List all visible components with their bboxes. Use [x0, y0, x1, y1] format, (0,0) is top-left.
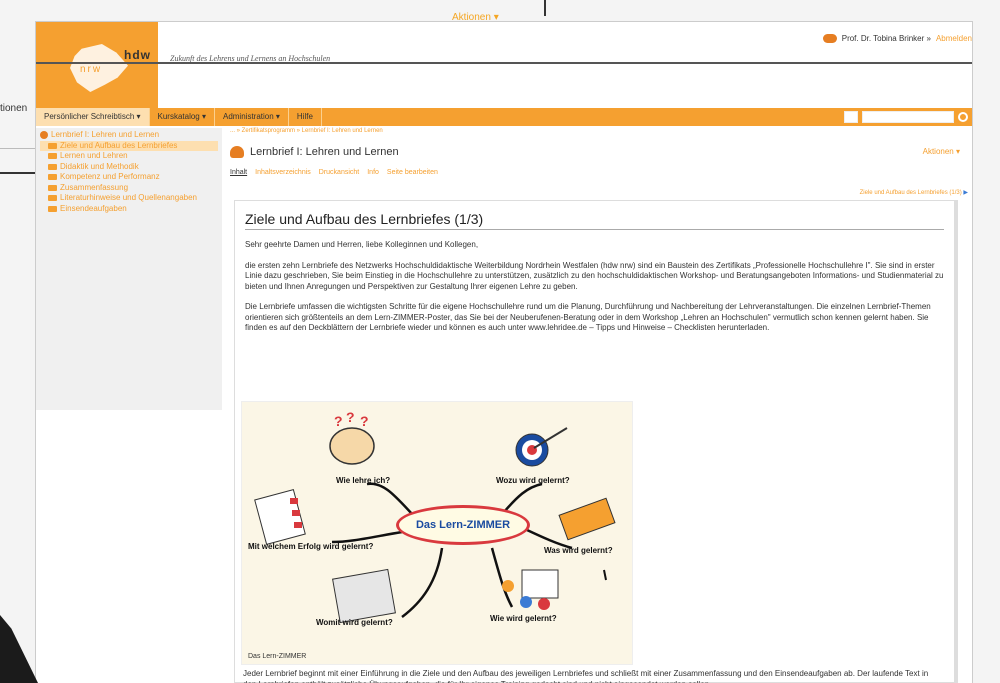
nav-personal-desk[interactable]: Persönlicher Schreibtisch ▾ [36, 108, 150, 126]
tree-item-label: Kompetenz und Performanz [60, 172, 160, 181]
logout-link[interactable]: Abmelden [936, 34, 972, 43]
folder-icon [48, 184, 57, 191]
content-card: Ziele und Aufbau des Lernbriefes (1/3) S… [234, 200, 958, 683]
greeting-paragraph: Sehr geehrte Damen und Herren, liebe Kol… [245, 240, 479, 249]
navigation-tree: Lernbrief I: Lehren und Lernen Ziele und… [36, 128, 222, 410]
folder-icon [48, 195, 57, 202]
tree-root[interactable]: Lernbrief I: Lehren und Lernen [40, 130, 218, 141]
app-window: hdw nrw Zukunft des Lehrens und Lernens … [36, 22, 972, 683]
tree-item[interactable]: Didaktik und Methodik [40, 162, 218, 173]
intro-paragraph: die ersten zehn Lernbriefe des Netzwerks… [245, 260, 944, 291]
page-title: Lernbrief I: Lehren und Lernen [250, 146, 399, 158]
frame-line [0, 148, 36, 149]
main-navigation: Persönlicher Schreibtisch ▾ Kurskatalog … [36, 108, 972, 126]
tab-inhalt[interactable]: Inhalt [230, 169, 247, 179]
nav-administration[interactable]: Administration ▾ [215, 108, 289, 126]
mindmap-figure: ? ? ? Das Lern-ZIMMER Wie lehre ich? Woz… [241, 401, 633, 665]
section-heading: Ziele und Aufbau des Lernbriefes (1/3) [245, 211, 944, 230]
mindmap-label-wie-gelernt: Wie wird gelernt? [490, 614, 557, 623]
svg-text:?: ? [334, 413, 343, 429]
mindmap-label-was: Was wird gelernt? [544, 546, 613, 555]
tree-item-label: Lernen und Lehren [60, 151, 128, 160]
tree-root-label: Lernbrief I: Lehren und Lernen [51, 130, 160, 139]
search-option-box[interactable] [844, 111, 858, 123]
breadcrumb[interactable]: ... » Zertifikatsprogramm » Lernbrief I:… [230, 128, 972, 137]
tree-item[interactable]: Ziele und Aufbau des Lernbriefes [40, 140, 218, 151]
tree-item-label: Zusammenfassung [60, 182, 129, 192]
tab-seite-bearbeiten[interactable]: Seite bearbeiten [387, 169, 438, 179]
frame-line [544, 0, 546, 16]
user-icon [822, 34, 837, 43]
folder-icon [48, 174, 57, 181]
tab-druckansicht[interactable]: Druckansicht [319, 169, 359, 179]
folder-icon [48, 153, 57, 160]
tab-info[interactable]: Info [367, 169, 379, 179]
folder-icon [48, 205, 57, 212]
folder-icon [48, 163, 57, 170]
logo[interactable]: hdw nrw [36, 22, 158, 108]
header: hdw nrw Zukunft des Lehrens und Lernens … [36, 22, 972, 108]
logo-text-top: hdw [124, 48, 151, 62]
lernbrief-icon [40, 131, 48, 140]
structure-paragraph: Jeder Lernbrief beginnt mit einer Einfüh… [243, 669, 929, 683]
tree-item[interactable]: Einsendeaufgaben [40, 204, 218, 215]
tab-inhaltsverzeichnis[interactable]: Inhaltsverzeichnis [255, 169, 311, 179]
page-navigator[interactable]: Ziele und Aufbau des Lernbriefes (1/3) [230, 189, 972, 196]
header-divider [36, 62, 972, 64]
lernbrief-icon [230, 146, 244, 158]
search-area [844, 111, 968, 123]
tree-item-label: Einsendeaufgaben [60, 203, 127, 213]
mindmap-label-wozu: Wozu wird gelernt? [496, 476, 570, 485]
svg-text:?: ? [360, 413, 369, 429]
figure-caption: Das Lern-ZIMMER [248, 653, 307, 660]
tree-item[interactable]: Lernen und Lehren [40, 151, 218, 162]
nav-course-catalog[interactable]: Kurskatalog ▾ [150, 108, 215, 126]
tree-item-label: Didaktik und Methodik [60, 161, 139, 171]
background-label: tionen [0, 103, 28, 114]
search-input[interactable] [862, 111, 954, 123]
mindmap-center: Das Lern-ZIMMER [396, 505, 530, 545]
svg-text:?: ? [346, 409, 355, 425]
tree-item[interactable]: Literaturhinweise und Quellenangaben [40, 193, 218, 204]
tree-item-label: Literaturhinweise und Quellenangaben [60, 193, 197, 202]
scope-paragraph: Die Lernbriefe umfassen die wichtigsten … [245, 302, 931, 332]
page-header: Lernbrief I: Lehren und Lernen Aktionen [230, 143, 972, 161]
user-area: Prof. Dr. Tobina Brinker » Abmelden [822, 34, 972, 43]
mindmap-label-wie-lehre: Wie lehre ich? [336, 476, 391, 485]
mindmap-label-womit: Womit wird gelernt? [316, 618, 393, 627]
content-tabs: Inhalt Inhaltsverzeichnis Druckansicht I… [230, 169, 972, 179]
tree-item[interactable]: Kompetenz und Performanz [40, 172, 218, 183]
tree-item-label: Ziele und Aufbau des Lernbriefes [60, 140, 178, 150]
aktionen-menu[interactable]: Aktionen [923, 147, 960, 156]
mindmap-label-erfolg: Mit welchem Erfolg wird gelernt? [248, 542, 374, 551]
nav-help[interactable]: Hilfe [289, 108, 322, 126]
folder-icon [48, 142, 57, 149]
tree-item[interactable]: Zusammenfassung [40, 183, 218, 194]
logo-text-bottom: nrw [80, 64, 103, 75]
user-name[interactable]: Prof. Dr. Tobina Brinker » [842, 34, 931, 43]
main-content: ... » Zertifikatsprogramm » Lernbrief I:… [230, 128, 972, 683]
search-icon[interactable] [958, 112, 968, 122]
